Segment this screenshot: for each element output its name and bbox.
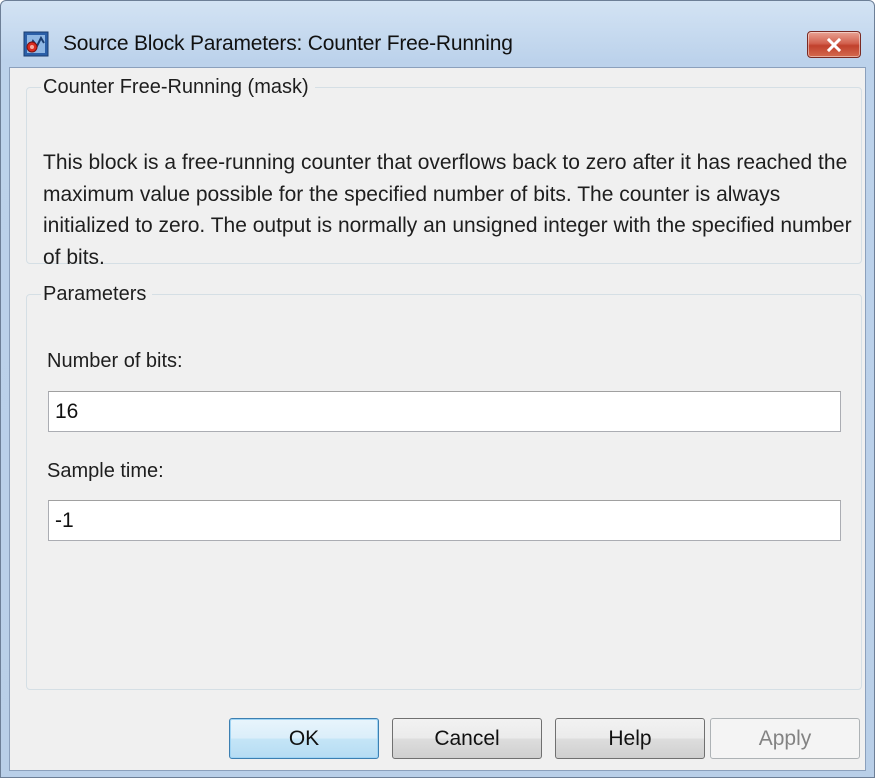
parameters-group-title: Parameters — [43, 283, 147, 305]
simulink-block-icon — [23, 31, 49, 57]
parameters-group: Parameters Number of bits: Sample time: — [26, 283, 862, 690]
ok-button[interactable]: OK — [229, 718, 379, 759]
mask-description-group: Counter Free-Running (mask) This block i… — [26, 76, 862, 269]
window-title: Source Block Parameters: Counter Free-Ru… — [63, 32, 513, 55]
dialog-client-area: Counter Free-Running (mask) This block i… — [9, 67, 866, 771]
cancel-button[interactable]: Cancel — [392, 718, 542, 759]
help-button[interactable]: Help — [555, 718, 705, 759]
close-button[interactable] — [807, 31, 861, 58]
block-description: This block is a free-running counter tha… — [43, 151, 852, 269]
title-bar[interactable]: Source Block Parameters: Counter Free-Ru… — [1, 1, 874, 67]
apply-button: Apply — [710, 718, 860, 759]
mask-group-title: Counter Free-Running (mask) — [43, 76, 309, 98]
sample-time-input[interactable] — [48, 500, 841, 541]
number-of-bits-input[interactable] — [48, 391, 841, 432]
dialog-window: Source Block Parameters: Counter Free-Ru… — [0, 0, 875, 778]
number-of-bits-label: Number of bits: — [47, 350, 183, 372]
close-x-icon — [826, 37, 842, 52]
sample-time-label: Sample time: — [47, 460, 164, 482]
